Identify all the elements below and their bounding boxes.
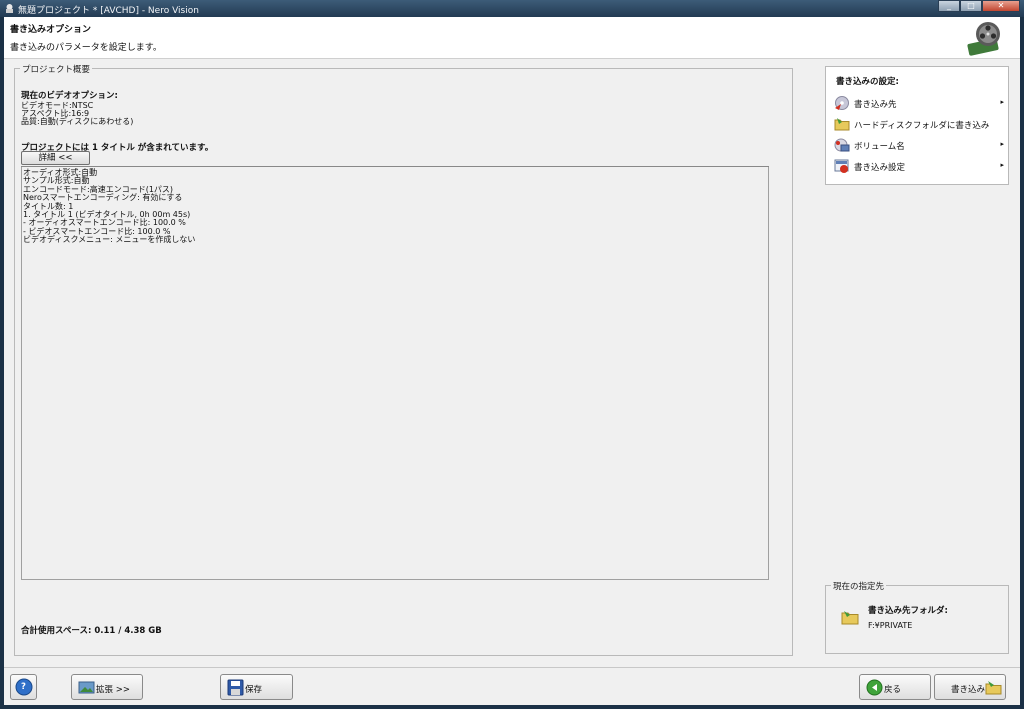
page-title: 書き込みオプション: [10, 25, 92, 35]
expand-label: 拡張 >>: [96, 685, 130, 695]
disc-burn-icon: [835, 96, 849, 110]
window-title: 無題プロジェクト * [AVCHD] - Nero Vision: [18, 6, 199, 16]
folder-burn-icon: [985, 681, 1002, 695]
details-line: Neroスマートエンコーディング: 有効にする: [23, 193, 183, 203]
main-area: プロジェクト概要 現在のビデオオプション: ビデオモード:NTSC アスペクト比…: [4, 59, 1020, 667]
back-button[interactable]: 戻る: [859, 674, 931, 700]
bottom-bar: ? 拡張 >> 保存 戻る 書き込み: [4, 667, 1020, 705]
current-video-options-label: 現在のビデオオプション:: [21, 91, 118, 101]
submenu-arrow-icon: ▸: [1000, 161, 1004, 169]
save-button[interactable]: 保存: [220, 674, 293, 700]
details-line: ビデオディスクメニュー: メニューを作成しない: [23, 235, 196, 245]
menu-item-burn-target[interactable]: 書き込み先 ▸: [834, 94, 1004, 112]
volume-label-icon: [834, 138, 850, 152]
burn-settings-title: 書き込みの設定:: [836, 77, 899, 87]
film-reel-icon: [967, 22, 1000, 56]
burn-label: 書き込み: [951, 685, 986, 695]
menu-item-burn-to-hdd-folder[interactable]: ハードディスクフォルダに書き込み: [834, 115, 1004, 133]
current-destination-group: 現在の指定先 書き込み先フォルダ: F:¥PRIVATE: [825, 580, 1009, 654]
current-destination-legend: 現在の指定先: [831, 580, 887, 592]
save-icon: [227, 679, 244, 696]
project-summary-legend: プロジェクト概要: [20, 63, 93, 75]
menu-item-label: 書き込み設定: [854, 163, 906, 173]
quality-text: 品質:自動(ディスクにあわせる): [21, 117, 134, 126]
title-bar: 無題プロジェクト * [AVCHD] - Nero Vision _ □ ✕: [0, 0, 1024, 17]
burn-settings-icon: [834, 159, 849, 173]
menu-item-burn-settings[interactable]: 書き込み設定 ▸: [834, 157, 1004, 175]
total-used-space: 合計使用スペース: 0.11 / 4.38 GB: [21, 626, 162, 636]
close-button[interactable]: ✕: [982, 0, 1020, 12]
expand-icon: [78, 681, 95, 694]
project-summary-group: プロジェクト概要 現在のビデオオプション: ビデオモード:NTSC アスペクト比…: [14, 63, 793, 656]
destination-path: F:¥PRIVATE: [868, 621, 913, 630]
folder-icon: [841, 611, 859, 625]
minimize-button[interactable]: _: [938, 0, 960, 12]
help-label: ?: [21, 682, 26, 692]
details-line: オーディオ形式:自動: [23, 168, 98, 177]
burn-settings-panel: 書き込みの設定: 書き込み先 ▸ ハードディスクフォルダに書き込み ボリューム名…: [825, 66, 1009, 185]
save-label: 保存: [245, 685, 263, 695]
window-controls: _ □ ✕: [938, 0, 1020, 13]
menu-item-label: ハードディスクフォルダに書き込み: [854, 121, 990, 131]
burn-button[interactable]: 書き込み: [934, 674, 1006, 700]
maximize-button[interactable]: □: [960, 0, 982, 12]
back-arrow-icon: [866, 679, 883, 696]
destination-title: 書き込み先フォルダ:: [868, 606, 948, 616]
help-button[interactable]: ?: [10, 674, 37, 700]
page-subtitle: 書き込みのパラメータを設定します。: [10, 43, 162, 53]
details-text-area[interactable]: オーディオ形式:自動 サンプル形式:自動 エンコードモード:高速エンコード(1パ…: [21, 167, 769, 580]
page-header: 書き込みオプション 書き込みのパラメータを設定します。: [4, 17, 1020, 59]
menu-item-label: 書き込み先: [854, 100, 897, 110]
expand-button[interactable]: 拡張 >>: [71, 674, 143, 700]
submenu-arrow-icon: ▸: [1000, 140, 1004, 148]
back-label: 戻る: [884, 685, 902, 695]
submenu-arrow-icon: ▸: [1000, 98, 1004, 106]
details-toggle-button[interactable]: 詳細 <<: [21, 151, 90, 165]
menu-item-volume-name[interactable]: ボリューム名 ▸: [834, 136, 1004, 154]
app-icon: [6, 4, 13, 13]
folder-icon: [834, 118, 850, 131]
menu-item-label: ボリューム名: [854, 142, 905, 152]
